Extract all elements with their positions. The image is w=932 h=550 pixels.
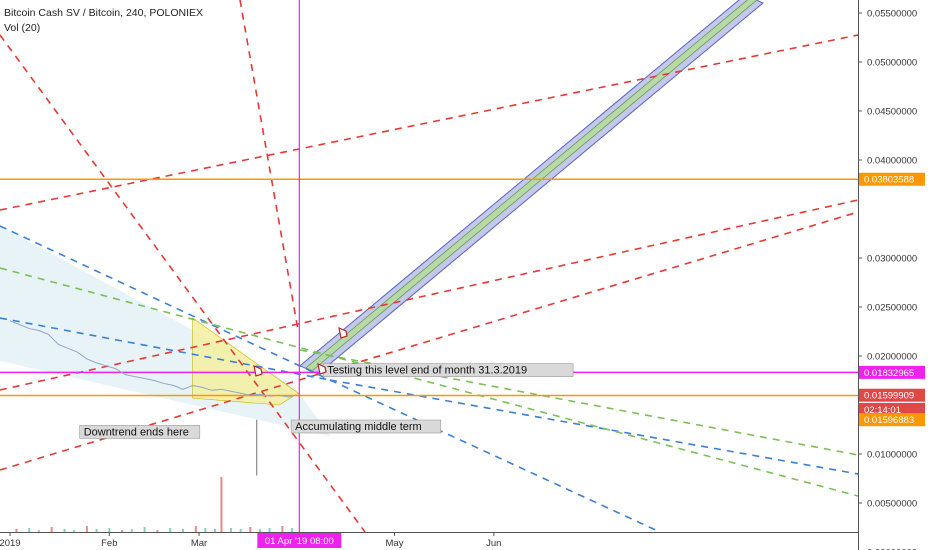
chart-canvas[interactable]: Testing this level end of month 31.3.201… bbox=[0, 0, 932, 550]
volume-bar bbox=[15, 529, 18, 532]
volume-bar bbox=[268, 528, 271, 532]
volume-bar bbox=[204, 528, 207, 532]
volume-bar bbox=[169, 528, 172, 532]
volume-indicator-label: Vol (20) bbox=[4, 22, 40, 34]
volume-bar bbox=[182, 529, 185, 532]
price-tag-label: 0.01596883 bbox=[864, 415, 914, 426]
volume-bar bbox=[214, 529, 217, 532]
chart-title: Bitcoin Cash SV / Bitcoin, 240, POLONIEX bbox=[4, 7, 203, 19]
volume-bar bbox=[230, 528, 233, 532]
y-axis-tick-label: 0.05500000 bbox=[867, 9, 917, 20]
x-axis-tick-label: Mar bbox=[191, 538, 207, 549]
volume-bar bbox=[130, 529, 133, 532]
volume-bar bbox=[73, 530, 76, 532]
volume-bar bbox=[121, 530, 124, 532]
volume-bar bbox=[290, 528, 293, 532]
price-tag-label: 0.01832965 bbox=[864, 368, 914, 379]
volume-bar bbox=[95, 529, 98, 532]
volume-bar bbox=[37, 530, 40, 532]
volume-bar bbox=[239, 529, 242, 532]
volume-bar bbox=[156, 530, 159, 532]
volume-bar bbox=[249, 527, 252, 532]
y-axis-tick-label: 0.02000000 bbox=[867, 352, 917, 363]
volume-bar bbox=[85, 526, 88, 532]
annotation-text: Testing this level end of month 31.3.201… bbox=[327, 365, 527, 377]
volume-bar bbox=[194, 526, 197, 532]
y-axis-tick-label: 0.03000000 bbox=[867, 254, 917, 265]
volume-bar bbox=[63, 529, 66, 532]
x-axis-tick-label: Jun bbox=[486, 538, 501, 549]
volume-bar bbox=[258, 529, 261, 532]
volume-bar bbox=[28, 528, 31, 532]
price-tag-label: 0.01599909 bbox=[864, 391, 914, 402]
y-axis-tick-label: 0.00500000 bbox=[867, 499, 917, 510]
price-tag-label: 0.03803588 bbox=[864, 175, 914, 186]
volume-bar bbox=[143, 527, 146, 532]
x-axis-tick-label: May bbox=[386, 538, 404, 549]
x-axis-tick-label: Feb bbox=[101, 538, 117, 549]
volume-bar bbox=[108, 528, 111, 532]
annotation-text: Downtrend ends here bbox=[84, 426, 189, 438]
volume-bar bbox=[50, 527, 53, 532]
y-axis-tick-label: 0.04000000 bbox=[867, 156, 917, 167]
y-axis-tick-label: 0.05000000 bbox=[867, 58, 917, 69]
x-axis-tick-label: 2019 bbox=[0, 538, 21, 549]
volume-bar bbox=[281, 526, 284, 532]
y-axis-tick-label: 0.04500000 bbox=[867, 107, 917, 118]
volume-bar bbox=[220, 477, 223, 532]
annotation-text: Accumulating middle term bbox=[295, 421, 422, 433]
y-axis-tick-label: 0.02500000 bbox=[867, 303, 917, 314]
chart-root: Testing this level end of month 31.3.201… bbox=[0, 0, 932, 550]
date-marker-tag-label: 01 Apr '19 08:00 bbox=[265, 536, 334, 547]
y-axis-tick-label: 0.01000000 bbox=[867, 450, 917, 461]
